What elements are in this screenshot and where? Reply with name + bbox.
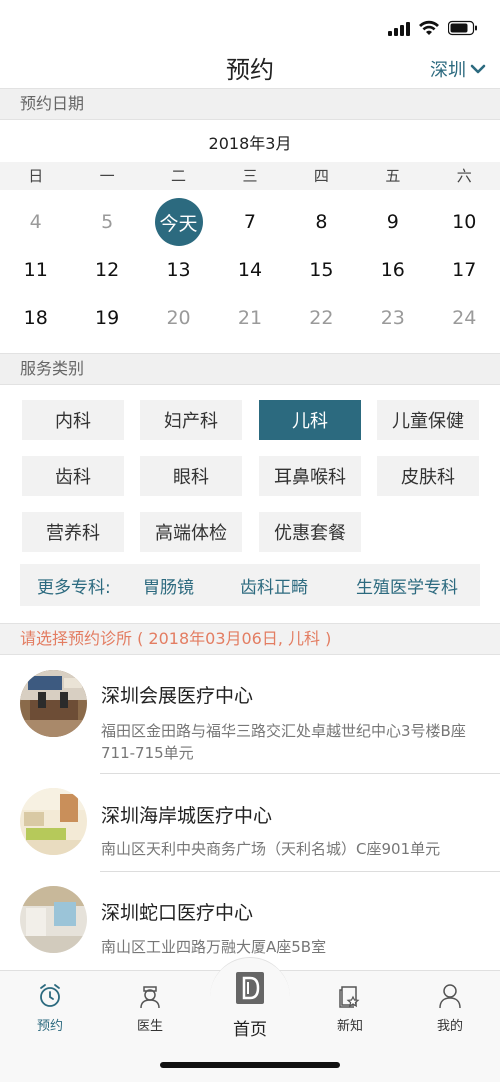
clinic-address: 福田区金田路与福华三路交汇处卓越世纪中心3号楼B座711-715单元: [101, 722, 466, 762]
tab-label: 我的: [436, 1019, 463, 1034]
status-icons: [388, 20, 478, 36]
weekday-label: 五: [385, 167, 401, 185]
tab-label: 首页: [233, 1020, 267, 1040]
calendar-week: 11 12 13 14 15 16 17: [0, 246, 500, 294]
weekday-label: 四: [313, 167, 329, 185]
clinic-item[interactable]: 深圳海岸城医疗中心 南山区天利中央商务广场（天利名城）C座901单元: [0, 774, 500, 872]
specialty-link[interactable]: 胃肠镜: [143, 573, 194, 598]
calendar-day: 23: [380, 307, 405, 329]
weekday-label: 三: [242, 167, 258, 185]
tab-label: 预约: [36, 1019, 63, 1034]
battery-icon: [448, 20, 477, 36]
weekday-label: 二: [171, 167, 187, 185]
weekday-label: 日: [28, 167, 44, 185]
weekday-label: 一: [99, 167, 115, 185]
calendar-day: 21: [237, 307, 263, 329]
calendar-day[interactable]: 19: [71, 294, 142, 342]
home-indicator: [160, 1062, 340, 1068]
service-chip[interactable]: 优惠套餐: [259, 512, 361, 552]
service-chip-selected[interactable]: 儿科: [259, 400, 361, 440]
month-title: 2018年3月: [208, 134, 292, 153]
tab-appointment[interactable]: 预约: [15, 983, 85, 1034]
clinic-item[interactable]: 深圳会展医疗中心 福田区金田路与福华三路交汇处卓越世纪中心3号楼B座711-71…: [0, 656, 500, 774]
service-chip[interactable]: 齿科: [22, 456, 124, 496]
calendar-day[interactable]: 13: [143, 246, 214, 294]
city-selector[interactable]: 深圳: [430, 56, 486, 82]
clinic-item[interactable]: 深圳蛇口医疗中心 南山区工业四路万融大厦A座5B室: [0, 872, 500, 970]
service-chip[interactable]: 耳鼻喉科: [259, 456, 361, 496]
tab-news[interactable]: 新知: [315, 983, 385, 1034]
specialty-link[interactable]: 生殖医学专科: [356, 573, 458, 598]
tab-label: 新知: [336, 1019, 363, 1034]
page-title: 预约: [226, 56, 274, 84]
tab-home[interactable]: 首页: [210, 957, 290, 1040]
specialty-link[interactable]: 齿科正畸: [240, 573, 308, 598]
service-section-label: 服务类别: [0, 353, 500, 385]
calendar-day: 20: [166, 307, 191, 329]
tab-doctor[interactable]: 医生: [115, 983, 185, 1034]
more-specialties-label: 更多专科:: [37, 577, 111, 598]
calendar-day-today[interactable]: 今天: [143, 198, 214, 246]
calendar-day[interactable]: 18: [0, 294, 71, 342]
calendar-day[interactable]: 10: [429, 198, 500, 246]
clinic-photo: [20, 670, 87, 737]
nav-header: 预约 深圳: [0, 42, 500, 90]
cellular-signal-icon: [388, 20, 410, 36]
service-chip[interactable]: 皮肤科: [377, 456, 479, 496]
calendar-day[interactable]: 16: [357, 246, 428, 294]
home-logo-icon: [236, 972, 264, 1004]
chevron-down-icon: [470, 64, 486, 74]
calendar-day[interactable]: 7: [214, 198, 285, 246]
wifi-icon: [419, 20, 439, 35]
service-chip[interactable]: 营养科: [22, 512, 124, 552]
calendar-day[interactable]: 17: [429, 246, 500, 294]
more-specialties-row: 更多专科: 胃肠镜 齿科正畸 生殖医学专科: [20, 564, 480, 606]
calendar-day[interactable]: 12: [71, 246, 142, 294]
calendar-day: 5: [101, 211, 114, 233]
clinic-name: 深圳会展医疗中心: [101, 685, 254, 707]
calendar-day[interactable]: 9: [357, 198, 428, 246]
clinic-name: 深圳蛇口医疗中心: [101, 902, 254, 924]
tab-label: 医生: [136, 1019, 163, 1034]
clinic-address: 南山区工业四路万融大厦A座5B室: [101, 938, 327, 956]
calendar-day[interactable]: 15: [286, 246, 357, 294]
calendar-day[interactable]: 14: [214, 246, 285, 294]
clinic-photo: [20, 886, 87, 953]
calendar-day: 24: [452, 307, 477, 329]
clinic-name: 深圳海岸城医疗中心: [101, 805, 273, 827]
clinic-prompt: 请选择预约诊所 ( 2018年03月06日, 儿科 ): [0, 623, 500, 655]
service-chip[interactable]: 眼科: [140, 456, 242, 496]
service-chip[interactable]: 妇产科: [140, 400, 242, 440]
service-chip[interactable]: 儿童保健: [377, 400, 479, 440]
today-marker: 今天: [154, 198, 203, 246]
calendar-day: 22: [309, 307, 334, 329]
news-star-icon: [339, 986, 360, 1008]
user-icon: [439, 984, 461, 1009]
calendar-day: 4: [29, 211, 42, 233]
tab-mine[interactable]: 我的: [415, 983, 485, 1034]
calendar-day[interactable]: 8: [286, 198, 357, 246]
service-chip[interactable]: 内科: [22, 400, 124, 440]
date-section-label: 预约日期: [0, 88, 500, 120]
clinic-photo: [20, 788, 87, 855]
weekday-label: 六: [456, 167, 472, 185]
clinic-address: 南山区天利中央商务广场（天利名城）C座901单元: [101, 840, 441, 858]
weekday-header: 日 一 二 三 四 五 六: [0, 162, 500, 190]
service-chip[interactable]: 高端体检: [140, 512, 242, 552]
doctor-icon: [140, 986, 160, 1009]
alarm-clock-icon: [40, 984, 60, 1007]
calendar-week: 18 19 20 21 22 23 24: [0, 294, 500, 342]
calendar-day[interactable]: 11: [0, 246, 71, 294]
city-label: 深圳: [430, 60, 466, 81]
calendar-week: 4 5 今天 7 8 9 10: [0, 198, 500, 246]
